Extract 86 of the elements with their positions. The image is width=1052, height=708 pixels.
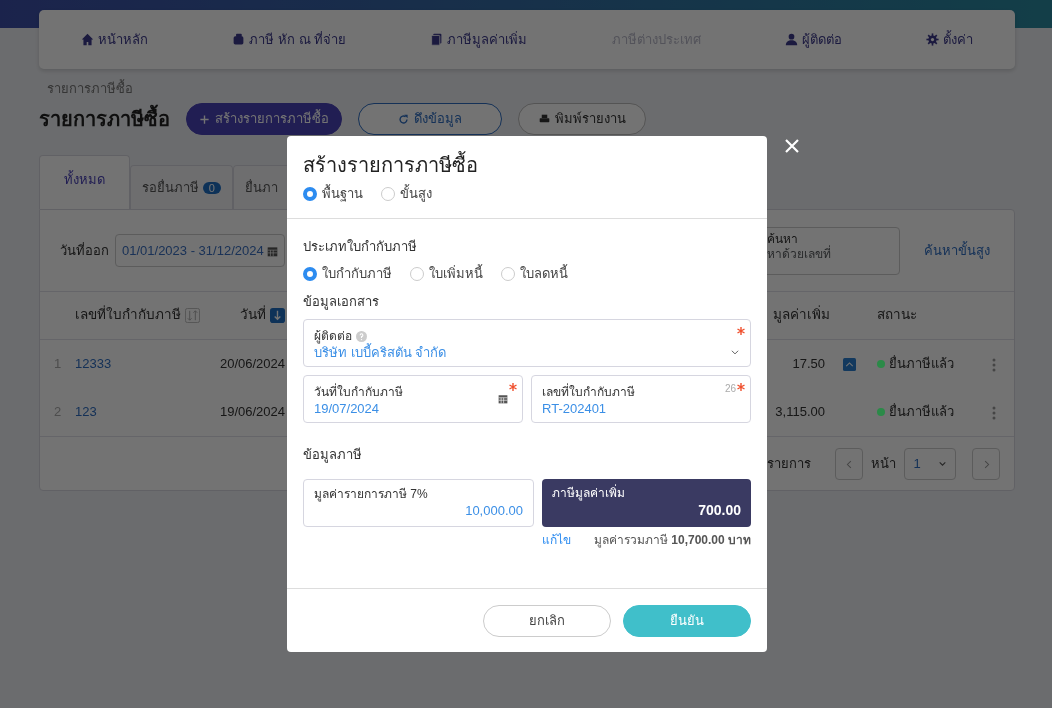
field-value: บริษัท เบบี้คริสตัน จำกัด xyxy=(314,344,448,362)
sort-down-icon xyxy=(270,308,285,323)
calendar-icon xyxy=(498,394,508,404)
user-icon xyxy=(784,33,798,46)
more-menu-icon xyxy=(992,405,996,420)
table-cell-text: 19/06/2024 xyxy=(218,403,285,422)
section-label: ประเภทใบกำกับภาษี xyxy=(303,237,418,256)
contact-select[interactable]: ผู้ติดต่อ บริษัท เบบี้คริสตัน จำกัด xyxy=(303,319,751,367)
page-select[interactable]: 1 xyxy=(904,447,956,480)
calendar-icon xyxy=(267,245,279,257)
nav-link[interactable]: ภาษี หัก ณ ที่จ่าย xyxy=(232,29,347,50)
invoice-number-field[interactable]: เลขที่ใบกำกับภาษี RT-202401 26 xyxy=(531,375,751,423)
edit-link[interactable]: แก้ไข xyxy=(542,530,571,549)
page-title: รายการภาษีซื้อ xyxy=(39,103,170,134)
printer-icon xyxy=(538,113,550,125)
table-cell-text: 17.50 xyxy=(791,355,825,374)
table-cell-text: 20/06/2024 xyxy=(218,355,285,374)
status-label: ยื่นภาษีแล้ว xyxy=(889,354,954,374)
items-label: รายการ xyxy=(767,454,811,473)
field-label: วันที่ใบกำกับภาษี xyxy=(314,384,403,401)
invoice-link[interactable]: 123 xyxy=(75,402,205,422)
radio-label: ใบลดหนี้ xyxy=(520,264,568,283)
radio-button[interactable] xyxy=(410,266,424,281)
vat-amount: 700.00 xyxy=(697,500,741,520)
tab[interactable]: ยื่นภา xyxy=(232,164,290,209)
table-cell-text: 3,115.00 xyxy=(774,403,825,422)
confirm-button[interactable]: ยืนยัน xyxy=(623,604,751,637)
refresh-icon xyxy=(398,113,409,125)
column-header: วันที่ xyxy=(240,305,266,325)
radio-button[interactable] xyxy=(501,266,515,281)
field-value: 19/07/2024 xyxy=(314,400,381,418)
field-label: เลขที่ใบกำกับภาษี xyxy=(542,384,635,401)
cancel-button[interactable]: ยกเลิก xyxy=(483,604,611,637)
character-counter: 26 xyxy=(724,382,736,396)
status-label: ยื่นภาษีแล้ว xyxy=(889,402,954,422)
field-label: ภาษีมูลค่าเพิ่ม xyxy=(552,484,626,501)
chevron-down-icon xyxy=(730,347,740,357)
field-value: 10,000.00 xyxy=(464,501,523,520)
date-range-field[interactable]: 01/01/2023 - 31/12/2024 xyxy=(115,233,286,268)
nav-link[interactable]: หน้าหลัก xyxy=(81,29,149,50)
radio-label: ใบกำกับภาษี xyxy=(322,265,392,283)
breadcrumb: รายการภาษีซื้อ xyxy=(47,79,134,98)
plus-icon xyxy=(199,113,210,125)
field-value: RT-202401 xyxy=(542,400,608,418)
next-page-button[interactable] xyxy=(972,447,1000,480)
total-text: มูลค่ารวมภาษี 10,700.00 บาท xyxy=(593,531,751,549)
amount-field[interactable]: มูลค่ารายการภาษี 7% 10,000.00 xyxy=(303,478,534,527)
radio-label: ขั้นสูง xyxy=(400,184,432,204)
action-button[interactable]: พิมพ์รายงาน xyxy=(518,102,646,135)
column-header: เลขที่ใบกำกับภาษี xyxy=(75,305,181,325)
invoice-link[interactable]: 12333 xyxy=(75,354,205,374)
search-placeholder: หาด้วยเลขที่ xyxy=(767,247,832,263)
radio-button[interactable] xyxy=(381,186,395,201)
count-badge: 0 xyxy=(202,181,221,194)
nav-link[interactable]: ผู้ติดต่อ xyxy=(784,29,842,50)
home-icon xyxy=(81,33,95,46)
section-heading: ข้อมูลเอกสาร xyxy=(303,292,380,311)
field-label: ผู้ติดต่อ xyxy=(314,328,352,345)
tab[interactable]: ทั้งหมด xyxy=(39,154,130,209)
close-icon xyxy=(784,138,800,155)
sort-icon xyxy=(185,308,200,323)
section-heading: ข้อมูลภาษี xyxy=(303,446,363,465)
action-button[interactable]: ดึงข้อมูล xyxy=(358,102,502,135)
page-label: หน้า xyxy=(871,454,896,473)
radio-button[interactable] xyxy=(303,186,317,201)
radio-button[interactable] xyxy=(303,266,317,281)
help-icon xyxy=(356,330,367,342)
previous-page-button[interactable] xyxy=(835,447,863,480)
field-label: มูลค่ารายการภาษี 7% xyxy=(314,485,429,502)
document-icon xyxy=(430,33,444,46)
nav-link[interactable]: ตั้งค่า xyxy=(925,29,973,50)
gear-icon xyxy=(925,33,939,46)
column-header: สถานะ xyxy=(877,306,918,325)
column-header: มูลค่าเพิ่ม xyxy=(772,305,830,325)
radio-label: ใบเพิ่มหนี้ xyxy=(429,264,483,283)
action-button[interactable]: สร้างรายการภาษีซื้อ xyxy=(186,102,342,135)
filter-label: วันที่ออก xyxy=(60,241,109,260)
advanced-search-link[interactable]: ค้นหาขั้นสูง xyxy=(924,240,990,261)
chevron-down-icon xyxy=(937,459,947,468)
date-field[interactable]: วันที่ใบกำกับภาษี 19/07/2024 xyxy=(303,375,523,423)
nav-link[interactable]: ภาษีมูลค่าเพิ่ม xyxy=(430,29,528,50)
modal-title: สร้างรายการภาษีซื้อ xyxy=(303,150,751,180)
more-menu-icon xyxy=(992,357,996,372)
radio-label: พื้นฐาน xyxy=(322,184,363,204)
search-label: ค้นหา xyxy=(767,231,798,246)
tab[interactable]: รอยื่นภาษี 0 xyxy=(130,164,233,209)
